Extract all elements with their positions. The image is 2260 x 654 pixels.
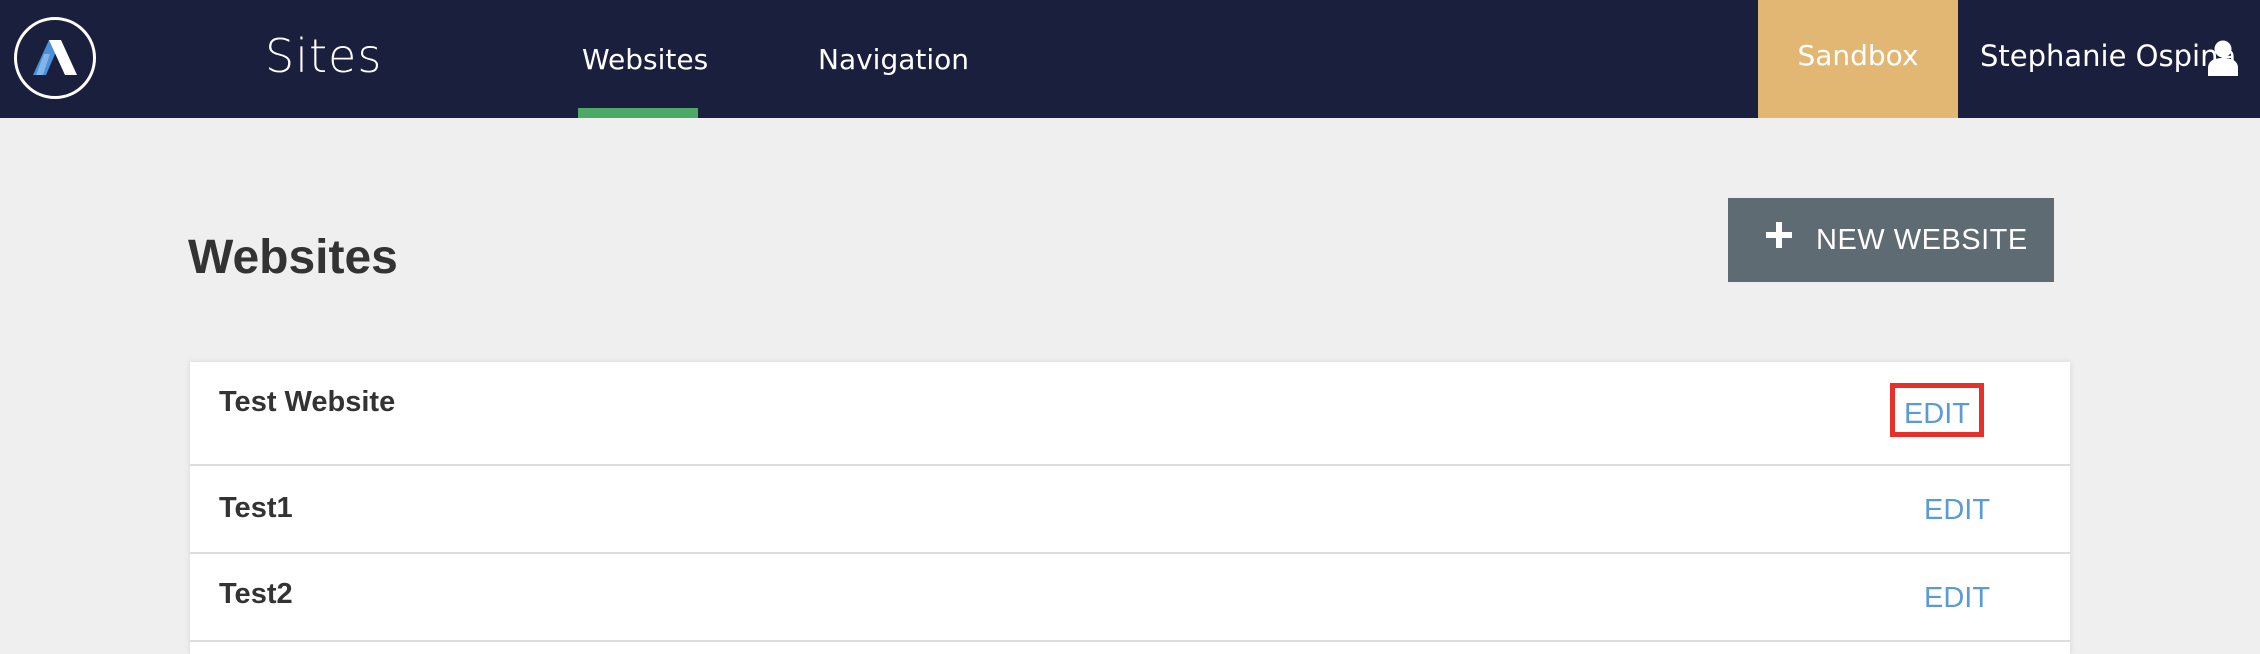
sandbox-environment-button[interactable]: Sandbox	[1758, 0, 1958, 118]
website-row: Test Website EDIT	[190, 362, 2070, 466]
app-logo-icon[interactable]	[14, 17, 96, 99]
tab-navigation[interactable]: Navigation	[818, 30, 969, 90]
new-website-label: NEW WEBSITE	[1816, 224, 2028, 256]
edit-website-button[interactable]: EDIT	[1890, 383, 1984, 437]
user-menu[interactable]: Stephanie Ospina	[1960, 0, 2260, 118]
new-website-button[interactable]: NEW WEBSITE	[1728, 198, 2054, 282]
website-row: Test1 EDIT	[190, 466, 2070, 554]
user-icon	[2208, 40, 2238, 76]
plus-icon	[1766, 222, 1792, 248]
website-name: Test2	[219, 578, 293, 610]
tab-websites[interactable]: Websites	[582, 30, 708, 90]
edit-website-button[interactable]: EDIT	[1924, 490, 1990, 530]
website-name: Test Website	[219, 386, 396, 418]
edit-website-button[interactable]: EDIT	[1924, 578, 1990, 618]
top-navigation-bar: Sites Websites Navigation Sandbox Stepha…	[0, 0, 2260, 118]
website-name: Test1	[219, 492, 293, 524]
websites-list: Test Website EDIT Test1 EDIT Test2 EDIT	[190, 362, 2070, 654]
user-name: Stephanie Ospina	[1980, 39, 2237, 73]
page-title: Websites	[188, 231, 398, 285]
website-row: Test2 EDIT	[190, 554, 2070, 642]
active-tab-indicator	[578, 108, 698, 118]
app-title: Sites	[265, 29, 383, 83]
